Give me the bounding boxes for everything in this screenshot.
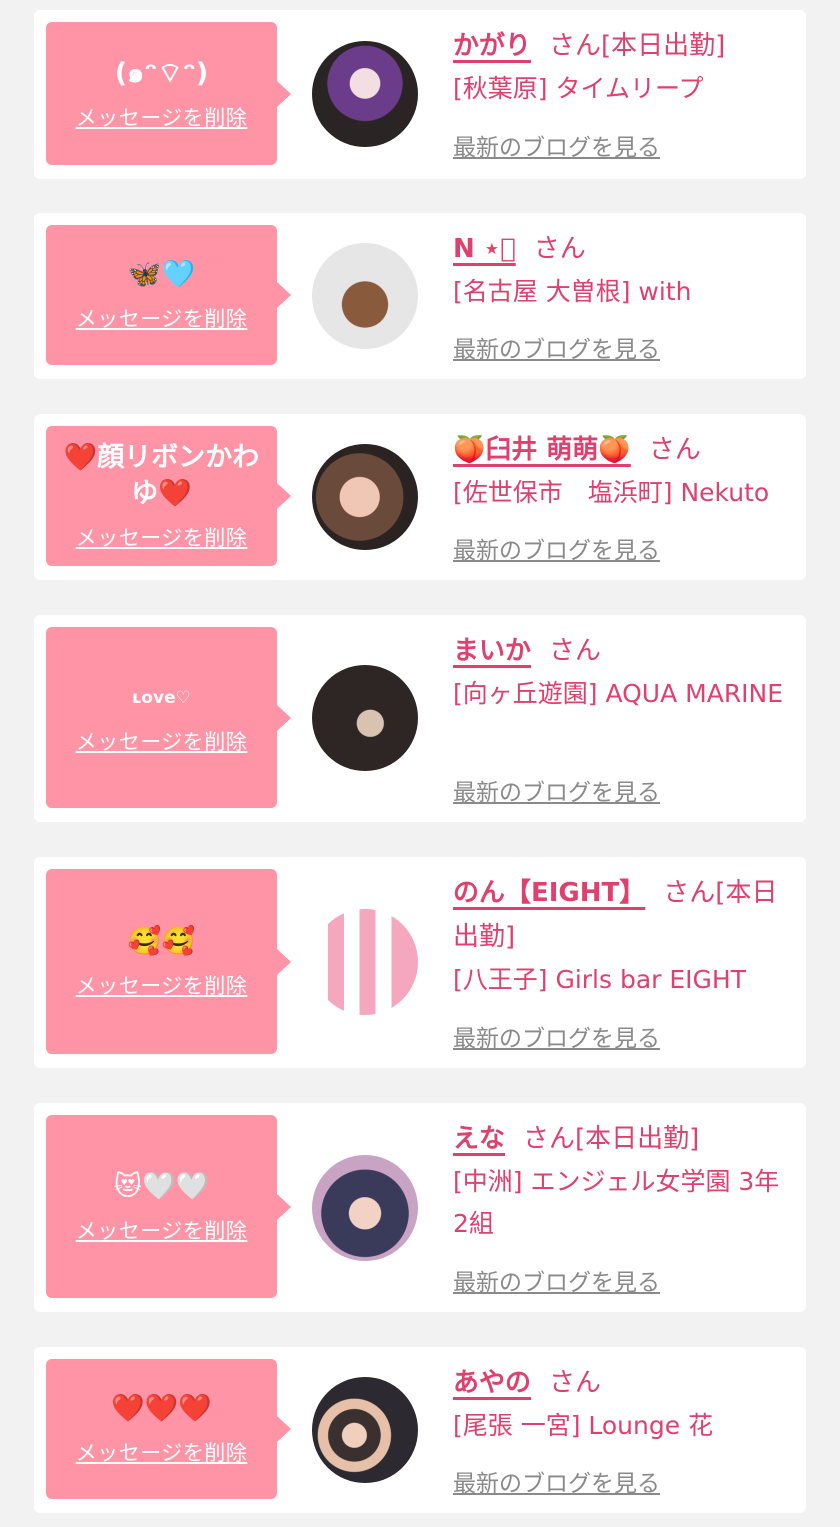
latest-blog-link[interactable]: 最新のブログを見る: [453, 1263, 660, 1297]
latest-blog-link[interactable]: 最新のブログを見る: [453, 330, 660, 364]
profile-name-link[interactable]: あやの: [453, 1368, 531, 1398]
profile-name-link[interactable]: まいか: [453, 636, 531, 666]
avatar[interactable]: [312, 909, 418, 1015]
latest-blog-link[interactable]: 最新のブログを見る: [453, 773, 660, 807]
profile-name-link[interactable]: のん【EIGHT】: [453, 878, 645, 908]
honorific: さん: [549, 1368, 602, 1398]
message-bubble: (๑ᵔ⌔ᵔ) メッセージを削除: [46, 22, 291, 165]
message-bubble: 😻🤍🤍 メッセージを削除: [46, 1115, 291, 1298]
delete-message-link[interactable]: メッセージを削除: [76, 726, 248, 756]
honorific: さん: [533, 234, 586, 264]
avatar[interactable]: [312, 665, 418, 771]
message-card: ❤️❤️❤️ メッセージを削除 あやの さん [尾張 一宮] Lounge 花 最…: [34, 1347, 806, 1513]
latest-blog-link[interactable]: 最新のブログを見る: [453, 531, 660, 565]
honorific: さん: [663, 878, 716, 908]
avatar[interactable]: [312, 1155, 418, 1261]
shop-label: [向ヶ丘遊園] AQUA MARINE: [453, 679, 784, 708]
message-card: 🥰🥰 メッセージを削除 のん【EIGHT】 さん[本日出勤] [八王子] Girl…: [34, 857, 806, 1068]
message-text: ❤️顔リボンかわゆ❤️: [63, 442, 260, 509]
profile-info: かがり さん[本日出勤] [秋葉原] タイムリープ: [453, 24, 792, 110]
message-text: ❤️❤️❤️: [111, 1393, 212, 1424]
latest-blog-link[interactable]: 最新のブログを見る: [453, 1464, 660, 1498]
shop-label: [佐世保市 塩浜町] Nekuto: [453, 478, 770, 507]
honorific: さん: [648, 435, 701, 465]
avatar[interactable]: [312, 444, 418, 550]
delete-message-link[interactable]: メッセージを削除: [76, 102, 248, 132]
latest-blog-link[interactable]: 最新のブログを見る: [453, 1019, 660, 1053]
profile-name-link[interactable]: 🍑臼井 萌萌🍑: [453, 435, 631, 465]
attendance-tag: [本日出勤]: [575, 1124, 700, 1154]
profile-info: 🍑臼井 萌萌🍑 さん [佐世保市 塩浜町] Nekuto: [453, 428, 792, 514]
shop-label: [秋葉原] タイムリープ: [453, 74, 704, 103]
avatar[interactable]: [312, 243, 418, 349]
profile-name-link[interactable]: かがり: [453, 31, 531, 61]
delete-message-link[interactable]: メッセージを削除: [76, 1437, 248, 1467]
delete-message-link[interactable]: メッセージを削除: [76, 1215, 248, 1245]
shop-label: [尾張 一宮] Lounge 花: [453, 1411, 714, 1440]
profile-info: えな さん[本日出勤] [中洲] エンジェル女学園 3年2組: [453, 1117, 792, 1245]
shop-label: [中洲] エンジェル女学園 3年2組: [453, 1167, 780, 1238]
message-text: ʟove♡: [132, 687, 191, 708]
avatar[interactable]: [312, 41, 418, 147]
profile-info: のん【EIGHT】 さん[本日出勤] [八王子] Girls bar EIGHT: [453, 871, 792, 1001]
latest-blog-link[interactable]: 最新のブログを見る: [453, 128, 660, 162]
honorific: さん: [523, 1124, 576, 1154]
honorific: さん: [549, 636, 602, 666]
message-bubble: ❤️顔リボンかわゆ❤️ メッセージを削除: [46, 426, 291, 566]
delete-message-link[interactable]: メッセージを削除: [76, 303, 248, 333]
profile-name-link[interactable]: えな: [453, 1124, 505, 1154]
shop-label: [名古屋 大曽根] with: [453, 277, 692, 306]
message-card: ❤️顔リボンかわゆ❤️ メッセージを削除 🍑臼井 萌萌🍑 さん [佐世保市 塩浜町…: [34, 414, 806, 580]
message-text: 🦋🩵: [127, 259, 196, 290]
message-card: 🦋🩵 メッセージを削除 N ⋆͛ さん [名古屋 大曽根] with 最新のブログ…: [34, 213, 806, 379]
message-text: 😻🤍🤍: [113, 1170, 210, 1202]
honorific: さん: [549, 31, 602, 61]
message-bubble: ❤️❤️❤️ メッセージを削除: [46, 1359, 291, 1499]
message-bubble: ʟove♡ メッセージを削除: [46, 627, 291, 808]
message-text: 🥰🥰: [127, 925, 196, 957]
delete-message-link[interactable]: メッセージを削除: [76, 970, 248, 1000]
profile-info: あやの さん [尾張 一宮] Lounge 花: [453, 1361, 792, 1447]
message-card: ʟove♡ メッセージを削除 まいか さん [向ヶ丘遊園] AQUA MARINE…: [34, 615, 806, 822]
attendance-tag: [本日出勤]: [601, 31, 726, 61]
message-card: 😻🤍🤍 メッセージを削除 えな さん[本日出勤] [中洲] エンジェル女学園 3年…: [34, 1103, 806, 1312]
avatar[interactable]: [312, 1377, 418, 1483]
profile-info: N ⋆͛ さん [名古屋 大曽根] with: [453, 227, 792, 313]
message-bubble: 🥰🥰 メッセージを削除: [46, 869, 291, 1054]
message-bubble: 🦋🩵 メッセージを削除: [46, 225, 291, 365]
delete-message-link[interactable]: メッセージを削除: [76, 522, 248, 552]
message-text: (๑ᵔ⌔ᵔ): [114, 57, 209, 89]
profile-name-link[interactable]: N ⋆͛: [453, 234, 516, 264]
message-card: (๑ᵔ⌔ᵔ) メッセージを削除 かがり さん[本日出勤] [秋葉原] タイムリープ…: [34, 10, 806, 179]
shop-label: [八王子] Girls bar EIGHT: [453, 965, 746, 994]
profile-info: まいか さん [向ヶ丘遊園] AQUA MARINE: [453, 629, 792, 715]
